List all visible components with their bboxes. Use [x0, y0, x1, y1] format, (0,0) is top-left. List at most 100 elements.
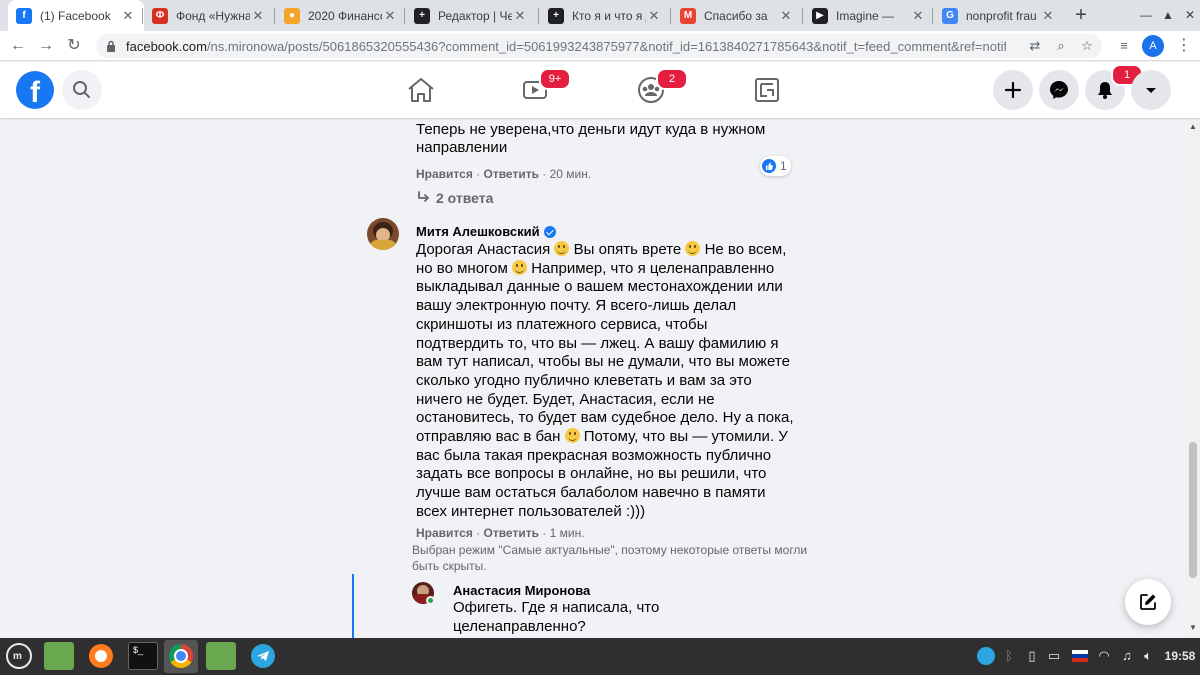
comment-text-segment: всех интернет пользователей :)))	[416, 502, 646, 520]
browser-tab[interactable]: Gnonprofit frau ✕	[934, 0, 1064, 31]
tab-close-icon[interactable]: ✕	[778, 8, 794, 24]
new-tab-button[interactable]: +	[1068, 3, 1094, 29]
like-reaction-icon	[762, 159, 776, 173]
view-replies-link[interactable]: 2 ответа	[416, 190, 493, 206]
tab-separator	[274, 8, 275, 24]
page-scrollbar[interactable]: ▲ ▼	[1186, 118, 1200, 638]
new-message-button[interactable]	[1125, 579, 1171, 625]
account-menu-button[interactable]	[1131, 70, 1171, 110]
address-bar[interactable]: facebook.com/ns.mironowa/posts/506186532…	[96, 34, 1102, 58]
avatar[interactable]	[367, 218, 399, 250]
comment-text-segment: выкладывал данные о вашем местонахождени…	[416, 278, 783, 296]
reply-arrow-icon	[418, 191, 429, 202]
browser-tab[interactable]: Ф Фонд «Нужна ✕	[144, 0, 274, 31]
close-window-icon[interactable]: ✕	[1182, 7, 1198, 23]
tab-close-icon[interactable]: ✕	[512, 8, 528, 24]
comment-text-line: скриншоты из платежного сервиса, чтобы	[416, 316, 782, 335]
reload-icon[interactable]: ↻	[62, 34, 86, 58]
comment-author-name[interactable]: Анастасия Миронова	[453, 582, 782, 599]
media-queue-icon[interactable]: ≡	[1112, 34, 1136, 58]
tab-title: 2020 Финансо	[308, 8, 382, 23]
comment-timestamp[interactable]: 1 мин.	[550, 526, 585, 540]
comment-text-line: Офигеть. Где я написала, что	[453, 599, 660, 616]
comment-bubble-aleshkovsky: Митя Алешковский Дорогая Анастасия Вы оп…	[404, 217, 794, 523]
browser-tab[interactable]: M Спасибо за ✕	[672, 0, 802, 31]
browser-menu-icon[interactable]: ⋮	[1172, 34, 1196, 58]
bluetooth-icon[interactable]: ᛒ	[1002, 648, 1016, 664]
tab-title: Спасибо за	[704, 8, 768, 23]
minimize-window-icon[interactable]: —	[1138, 7, 1154, 23]
tab-close-icon[interactable]: ✕	[646, 8, 662, 24]
tab-separator	[538, 8, 539, 24]
terminal-icon[interactable]: $_	[128, 642, 158, 670]
facebook-logo-icon[interactable]: f	[16, 71, 54, 109]
music-note-icon[interactable]: ♫	[1120, 648, 1134, 664]
tab-close-icon[interactable]: ✕	[250, 8, 266, 24]
reaction-summary[interactable]: 1	[760, 156, 791, 176]
comment-timestamp[interactable]: 20 мин.	[550, 167, 592, 181]
gmail-icon: M	[680, 7, 696, 24]
url-host: facebook.com	[126, 39, 207, 54]
facebook-icon: f	[16, 7, 32, 24]
comment-bubble-mironova: Анастасия Миронова Офигеть. Где я написа…	[441, 576, 794, 638]
filter-notice-line: Выбран режим "Самые актуальные", поэтому…	[412, 543, 808, 557]
zoom-icon[interactable]: ⌕	[1052, 37, 1070, 55]
bookmark-star-icon[interactable]: ☆	[1078, 37, 1096, 55]
files-folder-icon[interactable]	[206, 642, 236, 670]
files-folder-icon[interactable]	[44, 642, 74, 670]
filter-notice: Выбран режим "Самые актуальные", поэтому…	[412, 543, 807, 574]
system-clock[interactable]: 19:58	[1164, 648, 1196, 664]
mint-menu-icon[interactable]: m	[6, 643, 32, 669]
scroll-up-icon[interactable]: ▲	[1189, 122, 1197, 131]
firefox-icon[interactable]	[86, 642, 116, 670]
comment-text-segment: сколько угодно публично клеветать и вам …	[416, 371, 752, 389]
reply-link[interactable]: Ответить	[484, 526, 539, 540]
tab-close-icon[interactable]: ✕	[382, 8, 398, 24]
comment-author-name[interactable]: Митя Алешковский	[416, 223, 540, 240]
tab-title: (1) Facebook	[40, 8, 111, 23]
browser-tab[interactable]: f (1) Facebook ✕	[8, 0, 144, 31]
search-button[interactable]	[62, 70, 102, 110]
tab-title: nonprofit frau	[966, 8, 1037, 23]
create-button[interactable]	[993, 70, 1033, 110]
monitor-icon[interactable]: ▭	[1046, 648, 1062, 664]
chrome-taskbar-icon[interactable]	[164, 640, 198, 673]
comment-text-line: остановитесь, то будет вам судебное дело…	[416, 409, 794, 428]
tab-title: Фонд «Нужна	[176, 8, 250, 23]
profile-avatar[interactable]: A	[1142, 35, 1164, 57]
tab-close-icon[interactable]: ✕	[120, 8, 136, 24]
browser-tab[interactable]: ▶ Imagine — ✕	[804, 0, 934, 31]
translate-icon[interactable]: ⇄	[1026, 37, 1044, 55]
comment-actions-first: Нравится · Ответить · 20 мин.	[416, 167, 592, 181]
scroll-down-icon[interactable]: ▼	[1189, 624, 1197, 632]
scrollbar-thumb[interactable]	[1189, 442, 1197, 578]
telegram-icon[interactable]	[248, 642, 278, 670]
back-arrow-icon[interactable]: ←	[6, 34, 30, 58]
watch-badge: 9+	[539, 68, 571, 90]
gaming-icon[interactable]	[750, 74, 784, 106]
wifi-icon[interactable]: ◠	[1096, 648, 1112, 664]
clipboard-icon[interactable]: ▯	[1024, 648, 1040, 664]
like-link[interactable]: Нравится	[416, 167, 473, 181]
tab-separator	[404, 8, 405, 24]
volume-icon[interactable]: 🔈︎	[1140, 648, 1156, 664]
comment-text-line: всех интернет пользователей :)))	[416, 503, 782, 522]
tab-close-icon[interactable]: ✕	[910, 8, 926, 24]
like-link[interactable]: Нравится	[416, 526, 473, 540]
comment-text-segment: остановитесь, то будет вам судебное дело…	[416, 409, 794, 427]
browser-tab[interactable]: ● 2020 Финансо ✕	[276, 0, 406, 31]
telegram-tray-icon[interactable]	[976, 647, 996, 665]
language-flag-icon[interactable]	[1072, 650, 1088, 662]
browser-tab[interactable]: + Редактор | Че ✕	[406, 0, 536, 31]
comment-text-segment: ничего не будет. Будет, Анастасия, если …	[416, 390, 715, 408]
comment-text-line: ничего не будет. Будет, Анастасия, если …	[416, 391, 782, 410]
forward-arrow-icon[interactable]: →	[34, 34, 58, 58]
browser-tab[interactable]: + Кто я и что я д ✕	[540, 0, 670, 31]
comment-author[interactable]: Митя Алешковский	[416, 223, 782, 240]
tab-close-icon[interactable]: ✕	[1040, 8, 1056, 24]
home-icon[interactable]	[404, 74, 438, 106]
messenger-button[interactable]	[1039, 70, 1079, 110]
reply-link[interactable]: Ответить	[484, 167, 539, 181]
maximize-window-icon[interactable]: ▲	[1160, 7, 1176, 23]
comment-text-segment: Потому, что вы — утомили. У	[583, 428, 788, 446]
